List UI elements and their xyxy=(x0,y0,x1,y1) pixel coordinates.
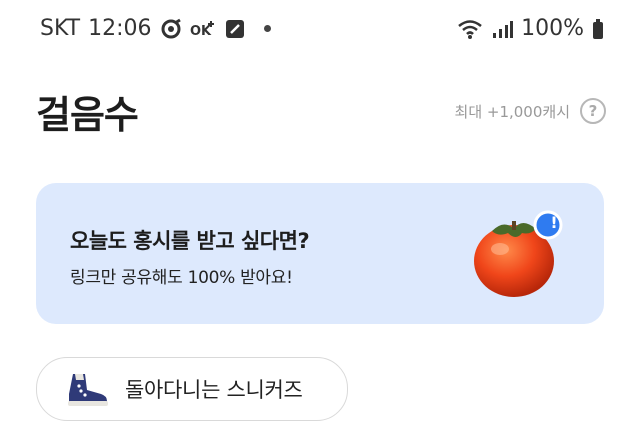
carrier-label: SKT xyxy=(40,16,81,41)
max-reward-text: 최대 +1,000캐시 xyxy=(454,102,570,121)
sneaker-icon xyxy=(68,374,108,406)
banner-title: 오늘도 홍시를 받고 싶다면? xyxy=(70,229,310,253)
signal-icon xyxy=(493,20,514,38)
svg-text:OK: OK xyxy=(190,24,212,39)
question-icon: ? xyxy=(588,102,598,120)
wifi-icon xyxy=(458,19,482,39)
battery-icon xyxy=(593,18,603,39)
help-button[interactable]: ? xyxy=(580,98,606,124)
app-notification-icon xyxy=(161,18,181,38)
clock: 12:06 xyxy=(88,16,152,41)
reward-info: 최대 +1,000캐시 ? xyxy=(455,98,606,124)
page-title: 걸음수 xyxy=(36,93,139,137)
status-right: 100% xyxy=(457,16,604,41)
status-bar: SKT 12:06 OK 100% xyxy=(0,0,640,62)
sneakers-item-chip[interactable]: 돌아다니는 스니커즈 xyxy=(36,357,348,421)
alert-badge-icon: ! xyxy=(550,213,558,232)
share-banner[interactable]: 오늘도 홍시를 받고 싶다면? 링크만 공유해도 100% 받아요! ! xyxy=(36,183,604,324)
chip-label: 돌아다니는 스니커즈 xyxy=(125,378,303,402)
banner-subtitle: 링크만 공유해도 100% 받아요! xyxy=(70,268,293,288)
page-header: 걸음수 최대 +1,000캐시 ? xyxy=(36,84,606,140)
ok-cashbag-icon: OK xyxy=(190,20,214,39)
edit-app-icon xyxy=(225,19,244,38)
status-left: SKT 12:06 OK xyxy=(40,16,271,41)
more-notifications-dot xyxy=(263,25,271,32)
battery-percent: 100% xyxy=(521,16,584,41)
